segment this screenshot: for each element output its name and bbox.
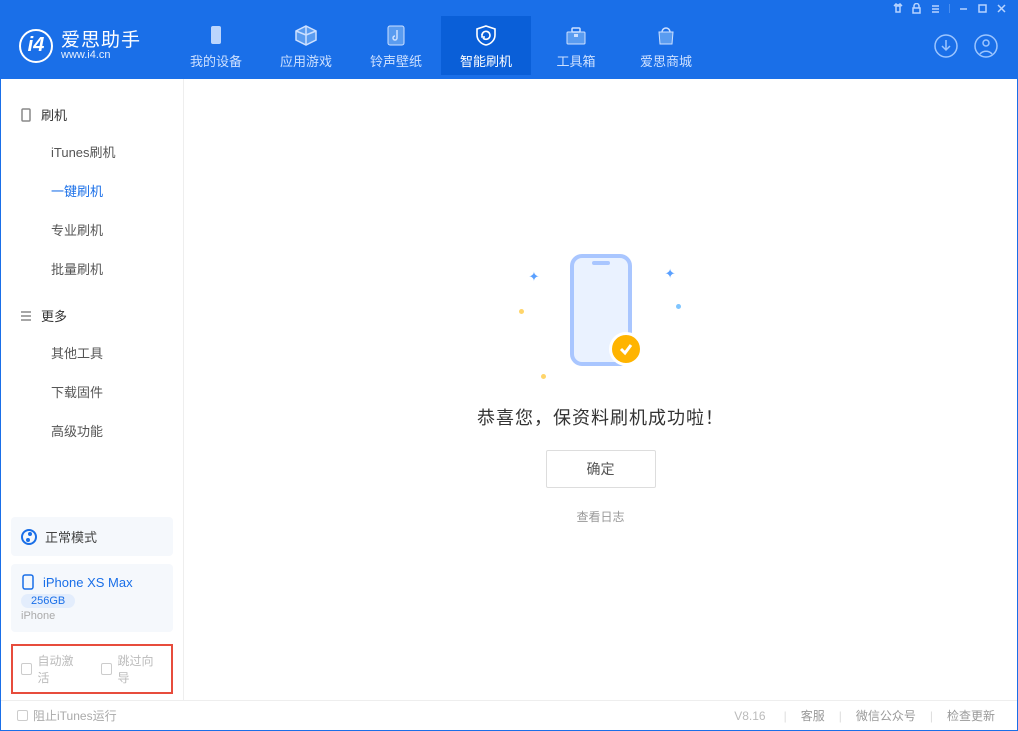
device-name: iPhone XS Max <box>43 575 133 590</box>
tab-ringtone-wallpaper[interactable]: 铃声壁纸 <box>351 16 441 75</box>
footer-separator: | <box>839 709 842 723</box>
tab-label: 工具箱 <box>557 51 596 70</box>
tab-label: 智能刷机 <box>460 51 512 70</box>
dot-icon <box>676 304 681 309</box>
header-tabs: 我的设备 应用游戏 铃声壁纸 智能刷机 工具箱 爱思商城 <box>171 16 711 75</box>
tab-smart-flash[interactable]: 智能刷机 <box>441 16 531 75</box>
checkbox-block-itunes[interactable]: 阻止iTunes运行 <box>17 707 117 724</box>
app-url: www.i4.cn <box>61 50 141 61</box>
checkbox-icon <box>17 710 28 721</box>
tshirt-icon[interactable] <box>892 3 903 14</box>
sparkle-icon: ✦ <box>529 269 540 285</box>
footer-link-update[interactable]: 检查更新 <box>941 707 1001 724</box>
view-log-link[interactable]: 查看日志 <box>576 508 624 525</box>
success-message: 恭喜您，保资料刷机成功啦！ <box>477 404 724 430</box>
body: 刷机 iTunes刷机 一键刷机 专业刷机 批量刷机 更多 其他工具 下载固件 … <box>1 79 1017 700</box>
tab-toolbox[interactable]: 工具箱 <box>531 16 621 75</box>
sidebar-group-label: 更多 <box>41 306 67 325</box>
header-right <box>933 33 999 59</box>
logo[interactable]: i4 爱思助手 www.i4.cn <box>19 29 141 63</box>
phone-icon <box>203 24 229 46</box>
ok-button[interactable]: 确定 <box>546 450 656 488</box>
dot-icon <box>519 309 524 314</box>
sidebar-group-more: 更多 <box>1 298 183 333</box>
phone-outline-icon <box>21 574 35 590</box>
checkbox-icon <box>101 663 112 675</box>
music-note-icon <box>383 24 409 46</box>
footer-link-support[interactable]: 客服 <box>795 707 831 724</box>
footer-separator: | <box>930 709 933 723</box>
sidebar-group-label: 刷机 <box>41 105 67 124</box>
device-icon <box>19 108 33 122</box>
sidebar-options-highlighted: 自动激活 跳过向导 <box>11 644 173 694</box>
tab-label: 铃声壁纸 <box>370 51 422 70</box>
footer-separator: | <box>784 709 787 723</box>
sidebar-spacer <box>1 450 183 513</box>
sparkle-icon: ✦ <box>665 266 676 282</box>
sidebar: 刷机 iTunes刷机 一键刷机 专业刷机 批量刷机 更多 其他工具 下载固件 … <box>1 79 184 700</box>
sidebar-item-oneclick-flash[interactable]: 一键刷机 <box>1 171 183 210</box>
sidebar-item-itunes-flash[interactable]: iTunes刷机 <box>1 132 183 171</box>
tab-label: 爱思商城 <box>640 51 692 70</box>
maximize-icon[interactable] <box>977 3 988 14</box>
user-icon[interactable] <box>973 33 999 59</box>
minimize-icon[interactable] <box>958 3 969 14</box>
close-icon[interactable] <box>996 3 1007 14</box>
titlebar-separator <box>949 4 950 13</box>
device-capacity: 256GB <box>21 594 75 608</box>
tab-label: 应用游戏 <box>280 51 332 70</box>
checkbox-auto-activate[interactable]: 自动激活 <box>21 652 83 686</box>
titlebar <box>1 1 1017 16</box>
logo-text: 爱思助手 www.i4.cn <box>61 31 141 61</box>
download-icon[interactable] <box>933 33 959 59</box>
checkbox-label: 跳过向导 <box>117 652 163 686</box>
version-label: V8.16 <box>734 709 765 723</box>
tab-store[interactable]: 爱思商城 <box>621 16 711 75</box>
tab-apps-games[interactable]: 应用游戏 <box>261 16 351 75</box>
shopping-bag-icon <box>653 24 679 46</box>
sidebar-item-batch-flash[interactable]: 批量刷机 <box>1 249 183 288</box>
checkbox-label: 自动激活 <box>37 652 83 686</box>
lock-icon[interactable] <box>911 3 922 14</box>
briefcase-icon <box>563 24 589 46</box>
checkbox-label: 阻止iTunes运行 <box>33 707 117 724</box>
cube-icon <box>293 24 319 46</box>
logo-badge-icon: i4 <box>19 29 53 63</box>
header: i4 爱思助手 www.i4.cn 我的设备 应用游戏 铃声壁纸 智能刷机 <box>1 16 1017 79</box>
dot-icon <box>541 374 546 379</box>
success-illustration: ✦ ✦ <box>511 254 691 384</box>
main-content: ✦ ✦ 恭喜您，保资料刷机成功啦！ 确定 查看日志 <box>184 79 1017 700</box>
device-box[interactable]: iPhone XS Max 256GB iPhone <box>11 564 173 632</box>
mode-box[interactable]: 正常模式 <box>11 517 173 556</box>
device-type: iPhone <box>21 610 163 622</box>
tab-label: 我的设备 <box>190 51 242 70</box>
app-window: i4 爱思助手 www.i4.cn 我的设备 应用游戏 铃声壁纸 智能刷机 <box>0 0 1018 731</box>
check-badge-icon <box>609 332 643 366</box>
footer: 阻止iTunes运行 V8.16 | 客服 | 微信公众号 | 检查更新 <box>1 700 1017 730</box>
sidebar-group-flash: 刷机 <box>1 97 183 132</box>
mode-label: 正常模式 <box>45 527 97 546</box>
menu-icon[interactable] <box>930 3 941 14</box>
checkbox-skip-wizard[interactable]: 跳过向导 <box>101 652 163 686</box>
shield-refresh-icon <box>473 24 499 46</box>
list-icon <box>19 309 33 323</box>
sidebar-item-download-fw[interactable]: 下载固件 <box>1 372 183 411</box>
footer-link-wechat[interactable]: 微信公众号 <box>850 707 922 724</box>
app-name: 爱思助手 <box>61 31 141 50</box>
sidebar-item-advanced[interactable]: 高级功能 <box>1 411 183 450</box>
sidebar-item-other-tools[interactable]: 其他工具 <box>1 333 183 372</box>
sidebar-item-pro-flash[interactable]: 专业刷机 <box>1 210 183 249</box>
tab-my-device[interactable]: 我的设备 <box>171 16 261 75</box>
checkbox-icon <box>21 663 32 675</box>
mode-icon <box>21 529 37 545</box>
